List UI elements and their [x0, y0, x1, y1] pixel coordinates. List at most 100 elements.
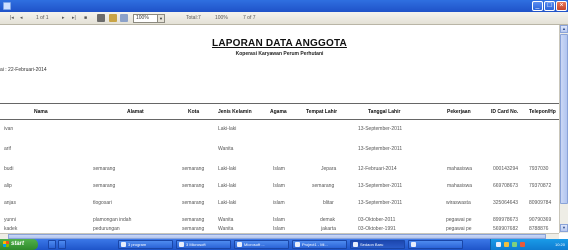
- record-count: 7 of 7: [243, 15, 256, 21]
- export-icon[interactable]: [109, 14, 117, 22]
- cell-kota: semarang: [182, 217, 205, 223]
- taskbar-item-label: 3 Microsoft: [186, 242, 206, 247]
- window-title-bar: _ □ ×: [0, 0, 568, 12]
- taskbar-item-label: Sedaon Baru: [360, 242, 384, 247]
- last-page-button[interactable]: ▸|: [72, 14, 76, 23]
- cell-tanggal: 12-Februari-2014: [358, 166, 397, 172]
- cell-telepon: 80909784: [529, 200, 552, 206]
- next-page-button[interactable]: ▸: [62, 14, 65, 23]
- cell-jenis: Laki-laki: [218, 126, 237, 132]
- report-date: ai : 22-Februari-2014: [0, 67, 47, 73]
- prev-page-button[interactable]: ◂: [20, 14, 23, 23]
- cell-agama: Islam: [273, 226, 285, 232]
- cell-id-card: 569907682: [493, 226, 519, 232]
- col-header-tanggal-lahir: Tanggal Lahir: [368, 109, 401, 115]
- start-label: start: [11, 241, 25, 247]
- cell-id-card: 669708673: [493, 183, 519, 189]
- total-label: Total:7: [186, 15, 201, 21]
- report-title: LAPORAN DATA ANGGOTA: [212, 38, 347, 49]
- folder-icon: [121, 242, 126, 247]
- report-page: LAPORAN DATA ANGGOTA Koperasi Karyawan P…: [0, 25, 559, 233]
- cell-nama: anjas: [4, 200, 16, 206]
- col-header-agama: Agama: [270, 109, 287, 115]
- vb-icon: [295, 242, 300, 247]
- tray-icon[interactable]: [504, 242, 509, 247]
- percent-label: 100%: [215, 15, 228, 21]
- chevron-down-icon[interactable]: ▼: [157, 15, 164, 22]
- taskbar: start 3 program 3 Microsoft Microsoft ..…: [0, 239, 568, 250]
- vertical-scroll-thumb[interactable]: [560, 34, 568, 204]
- cell-alamat: plamongan indah: [93, 217, 132, 223]
- taskbar-item[interactable]: 3 program: [118, 240, 173, 249]
- cell-agama: Islam: [273, 183, 285, 189]
- cell-jenis: Wanita: [218, 217, 234, 223]
- cell-kota: semarang: [182, 183, 205, 189]
- cell-agama: Islam: [273, 217, 285, 223]
- quicklaunch-icon[interactable]: [48, 240, 56, 249]
- taskbar-item-label: Microsoft ...: [244, 242, 265, 247]
- cell-tempat: blitar: [323, 200, 334, 206]
- cell-alamat: semarang: [93, 166, 116, 172]
- col-header-id-card: ID Card No.: [491, 109, 519, 115]
- windows-logo-icon: [3, 241, 9, 247]
- cell-tempat: semarang: [312, 183, 335, 189]
- start-button[interactable]: start: [0, 239, 38, 250]
- setup-icon[interactable]: [120, 14, 128, 22]
- tray-icon[interactable]: [512, 242, 517, 247]
- minimize-button[interactable]: _: [532, 1, 543, 11]
- cell-pekerjaan: mahasiswa: [447, 183, 473, 189]
- cell-jenis: Laki-laki: [218, 183, 237, 189]
- scroll-down-button[interactable]: ▼: [560, 224, 568, 232]
- cell-nama: ivan: [4, 126, 14, 132]
- maximize-button[interactable]: □: [544, 1, 555, 11]
- zoom-select[interactable]: 100% ▼: [133, 14, 165, 23]
- cell-pekerjaan: pegawai pe: [446, 217, 472, 223]
- system-tray: 10:20: [490, 239, 568, 250]
- taskbar-item[interactable]: 3 Microsoft: [176, 240, 231, 249]
- cell-tempat: Jepara: [321, 166, 337, 172]
- page-indicator: 1 of 1: [36, 15, 49, 21]
- cell-tanggal: 13-September-2011: [358, 126, 403, 132]
- quicklaunch-icon[interactable]: [58, 240, 66, 249]
- cell-alamat: pedurungan: [93, 226, 120, 232]
- app-icon: [411, 242, 416, 247]
- taskbar-item[interactable]: Microsoft ...: [234, 240, 289, 249]
- report-subtitle: Koperasi Karyawan Perum Perhutani: [235, 51, 324, 57]
- col-header-telepon: Telepon/Hp: [529, 109, 556, 115]
- cell-tempat: demak: [320, 217, 336, 223]
- cell-kota: semarang: [182, 166, 205, 172]
- col-header-tempat-lahir: Tempat Lahir: [306, 109, 338, 115]
- col-header-pekerjaan: Pekerjaan: [447, 109, 471, 115]
- tray-icon[interactable]: [520, 242, 525, 247]
- cell-id-card: 325064643: [493, 200, 519, 206]
- taskbar-item[interactable]: Project1 - Mi...: [292, 240, 347, 249]
- app-icon: [237, 242, 242, 247]
- cell-nama: budi: [4, 166, 14, 172]
- zoom-value: 100%: [136, 15, 149, 21]
- first-page-button[interactable]: |◂: [10, 14, 14, 23]
- taskbar-item-label: Project1 - Mi...: [302, 242, 328, 247]
- cell-jenis: Wanita: [218, 226, 234, 232]
- stop-icon[interactable]: ■: [84, 14, 87, 23]
- taskbar-item[interactable]: [408, 240, 463, 249]
- close-button[interactable]: ×: [556, 1, 567, 11]
- app-icon: [3, 2, 11, 10]
- tray-icon[interactable]: [496, 242, 501, 247]
- cell-tanggal: 03-Oktober-1991: [358, 226, 396, 232]
- vertical-scrollbar[interactable]: ▲ ▼: [559, 25, 568, 233]
- cell-kota: semarang: [182, 200, 205, 206]
- scroll-up-button[interactable]: ▲: [560, 25, 568, 33]
- print-icon[interactable]: [97, 14, 105, 22]
- cell-alamat: semarang: [93, 183, 116, 189]
- cell-tanggal: 13-September-2011: [358, 200, 403, 206]
- cell-pekerjaan: mahasiswa: [447, 166, 473, 172]
- cell-id-card: 899978673: [493, 217, 519, 223]
- cell-nama: yunni: [4, 217, 16, 223]
- cell-pekerjaan: pegawai pe: [446, 226, 472, 232]
- cell-jenis: Laki-laki: [218, 200, 237, 206]
- header-bottom-rule: [0, 119, 559, 120]
- cell-telepon: 7937030: [529, 166, 549, 172]
- taskbar-item-active[interactable]: Sedaon Baru: [350, 240, 405, 249]
- cell-tanggal: 13-September-2011: [358, 183, 403, 189]
- cell-telepon: 90790369: [529, 217, 552, 223]
